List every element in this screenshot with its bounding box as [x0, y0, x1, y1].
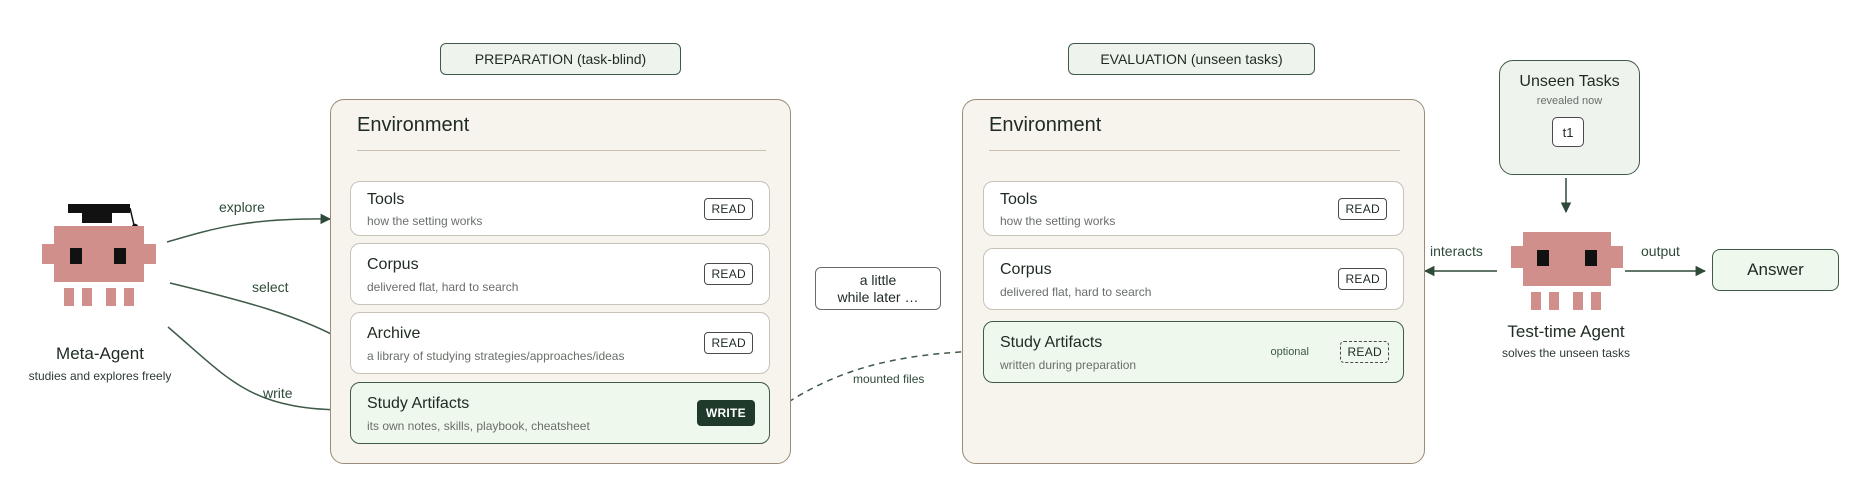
test-time-agent-icon — [1511, 232, 1623, 310]
task-chip: t1 — [1552, 117, 1584, 147]
meta-agent-icon — [42, 204, 156, 306]
environment-title: Environment — [357, 114, 470, 136]
card-title: Corpus — [367, 256, 419, 273]
interacts-label: interacts — [1430, 243, 1483, 259]
read-badge: READ — [1338, 268, 1387, 290]
card-desc: how the setting works — [1000, 214, 1116, 228]
read-badge: READ — [704, 197, 753, 220]
read-badge: READ — [1338, 197, 1387, 220]
divider — [357, 150, 766, 151]
card-title: Archive — [367, 325, 421, 342]
write-label: write — [263, 385, 293, 401]
read-badge: READ — [704, 332, 753, 354]
corpus-card: Corpus delivered flat, hard to search RE… — [350, 243, 770, 305]
optional-note: optional — [1270, 346, 1309, 358]
card-desc: delivered flat, hard to search — [1000, 285, 1152, 299]
card-desc: how the setting works — [367, 214, 483, 228]
unseen-tasks-subtitle: revealed now — [1536, 95, 1603, 107]
card-desc: its own notes, skills, playbook, cheatsh… — [367, 419, 590, 433]
evaluation-phase-label: EVALUATION (unseen tasks) — [1068, 43, 1315, 75]
card-desc: delivered flat, hard to search — [367, 280, 519, 294]
corpus-card: Corpus delivered flat, hard to search RE… — [983, 248, 1404, 310]
test-time-agent-name: Test-time Agent — [1507, 322, 1625, 341]
tools-card: Tools how the setting works READ — [983, 181, 1404, 236]
time-gap-line-1: a little — [859, 271, 897, 288]
card-desc: written during preparation — [1000, 358, 1137, 372]
explore-label: explore — [219, 199, 265, 215]
test-time-agent-desc: solves the unseen tasks — [1501, 346, 1631, 360]
select-label: select — [252, 279, 289, 295]
environment-title: Environment — [989, 114, 1102, 136]
output-label: output — [1641, 243, 1680, 259]
preparation-environment-panel: Environment Tools how the setting works … — [330, 99, 791, 464]
tools-card: Tools how the setting works READ — [350, 181, 770, 236]
card-desc: a library of studying strategies/approac… — [367, 349, 625, 363]
study-artifacts-card: Study Artifacts written during preparati… — [983, 321, 1404, 383]
card-title: Study Artifacts — [367, 395, 470, 412]
card-title: Study Artifacts — [1000, 334, 1103, 351]
preparation-phase-label: PREPARATION (task-blind) — [440, 43, 681, 75]
meta-agent-desc: studies and explores freely — [28, 369, 172, 383]
read-badge-optional: READ — [1340, 341, 1389, 363]
mounted-files-label: mounted files — [853, 372, 925, 386]
archive-card: Archive a library of studying strategies… — [350, 312, 770, 374]
card-title: Tools — [1000, 191, 1038, 208]
divider — [989, 150, 1400, 151]
read-badge: READ — [704, 263, 753, 285]
unseen-tasks-box: Unseen Tasks revealed now t1 — [1499, 60, 1640, 175]
explore-arrow — [166, 213, 332, 243]
time-gap-note: a little while later … — [815, 267, 941, 310]
write-badge: WRITE — [696, 400, 755, 426]
card-title: Tools — [367, 191, 405, 208]
meta-agent-name: Meta-Agent — [56, 344, 144, 363]
time-gap-line-2: while later … — [837, 288, 919, 305]
study-artifacts-card: Study Artifacts its own notes, skills, p… — [350, 382, 770, 444]
evaluation-environment-panel: Environment Tools how the setting works … — [962, 99, 1425, 464]
card-title: Corpus — [1000, 261, 1052, 278]
unseen-tasks-title: Unseen Tasks — [1519, 73, 1620, 90]
answer-box: Answer — [1712, 249, 1839, 291]
